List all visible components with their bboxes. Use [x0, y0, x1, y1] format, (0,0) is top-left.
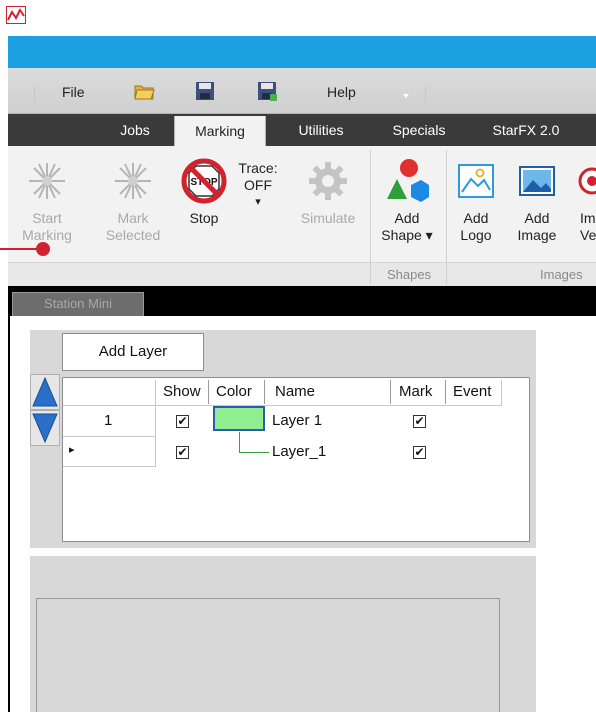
row-index: 1 [104, 412, 113, 429]
trace-value: OFF [244, 177, 272, 193]
header-separator [445, 380, 446, 404]
group-label-images: Images [540, 267, 583, 282]
tab-marking[interactable]: Marking [174, 116, 266, 148]
column-header-name[interactable]: Name [275, 383, 315, 400]
grid-column-line [501, 380, 502, 406]
add-shape-button[interactable]: Add Shape ▾ [374, 152, 440, 244]
move-layer-up-button[interactable] [30, 374, 60, 410]
header-separator [208, 380, 209, 404]
add-layer-button[interactable]: Add Layer [62, 333, 204, 371]
add-logo-button[interactable]: Add Logo [452, 152, 500, 244]
stop-label: Stop [189, 210, 219, 226]
header-separator [264, 380, 265, 404]
vector-import-icon [572, 152, 596, 210]
import-vector-label-2: Ve [580, 227, 596, 243]
document-tab[interactable]: Station Mini [12, 292, 144, 316]
picture-icon [508, 152, 566, 210]
chevron-down-icon: ▾ [255, 196, 261, 208]
stop-sign-icon: STOP [176, 152, 232, 210]
simulate-button[interactable]: Simulate [292, 152, 364, 227]
callout-marker [36, 242, 50, 256]
trace-label: Trace: [238, 160, 278, 176]
save-icon[interactable] [194, 80, 216, 102]
tab-starfx[interactable]: StarFX 2.0 [476, 114, 576, 146]
tree-connector [239, 432, 240, 452]
menu-file[interactable]: File [62, 84, 85, 100]
column-header-show[interactable]: Show [163, 383, 201, 400]
stop-button[interactable]: STOP Stop [176, 152, 232, 227]
grid-column-line [155, 380, 156, 467]
arrow-up-icon [32, 376, 58, 407]
import-vector-label-1: Im [580, 210, 596, 226]
group-divider [446, 150, 447, 284]
arrow-down-icon [32, 413, 58, 444]
title-bar [0, 0, 596, 36]
column-header-mark[interactable]: Mark [399, 383, 432, 400]
show-checkbox[interactable]: ✔ [176, 446, 189, 459]
mark-selected-label-2: Selected [105, 227, 161, 243]
toolbar-separator [425, 86, 426, 102]
ribbon-group-label-strip [8, 262, 596, 286]
simulate-label: Simulate [300, 210, 356, 226]
trace-dropdown[interactable]: Trace: OFF ▾ [232, 160, 284, 211]
mark-checkbox[interactable]: ✔ [413, 446, 426, 459]
toolbar-grip [34, 86, 35, 102]
column-header-event[interactable]: Event [453, 383, 491, 400]
header-separator [390, 380, 391, 404]
add-image-label-2: Image [517, 227, 557, 243]
preview-frame [36, 598, 500, 712]
add-shape-label-1: Add [394, 210, 420, 226]
open-folder-icon[interactable] [133, 80, 155, 102]
gear-icon [292, 152, 364, 210]
show-checkbox[interactable]: ✔ [176, 415, 189, 428]
group-divider [370, 150, 371, 284]
grid-row-line [63, 436, 155, 437]
column-header-color[interactable]: Color [216, 383, 252, 400]
window-accent-bar [8, 36, 596, 68]
laser-burst-icon [14, 152, 80, 210]
group-label-shapes: Shapes [386, 267, 432, 282]
laser-burst-icon [96, 152, 170, 210]
layer-color-swatch[interactable] [213, 406, 265, 431]
logo-image-icon [452, 152, 500, 210]
start-marking-label-2: Marking [22, 227, 72, 243]
app-logo-icon [6, 6, 26, 24]
add-shape-label-2: Shape ▾ [381, 227, 433, 243]
add-logo-label-1: Add [463, 210, 489, 226]
add-logo-label-2: Logo [460, 227, 492, 243]
save-as-icon[interactable] [256, 80, 278, 102]
row-selector-arrow[interactable]: ▸ [69, 443, 75, 456]
move-layer-down-button[interactable] [30, 410, 60, 446]
tab-jobs[interactable]: Jobs [100, 114, 170, 146]
start-marking-label-1: Start [32, 210, 62, 226]
customize-toolbar-icon[interactable] [402, 88, 410, 98]
mark-selected-button[interactable]: Mark Selected [96, 152, 170, 244]
add-image-label-1: Add [524, 210, 550, 226]
menu-help[interactable]: Help [327, 84, 356, 100]
mark-checkbox[interactable]: ✔ [413, 415, 426, 428]
grid-header-border [63, 405, 501, 406]
grid-row-line [63, 466, 155, 467]
layer-name[interactable]: Layer_1 [272, 443, 326, 460]
mark-selected-label-1: Mark [117, 210, 149, 226]
tree-connector [239, 452, 269, 453]
start-marking-button[interactable]: Start Marking [14, 152, 80, 244]
tab-specials[interactable]: Specials [376, 114, 462, 146]
add-image-button[interactable]: Add Image [508, 152, 566, 244]
quick-access-toolbar [8, 68, 596, 114]
import-vector-button[interactable]: Im Ve [572, 152, 596, 244]
tab-utilities[interactable]: Utilities [280, 114, 362, 146]
shapes-icon [374, 152, 440, 210]
layer-name[interactable]: Layer 1 [272, 412, 322, 429]
